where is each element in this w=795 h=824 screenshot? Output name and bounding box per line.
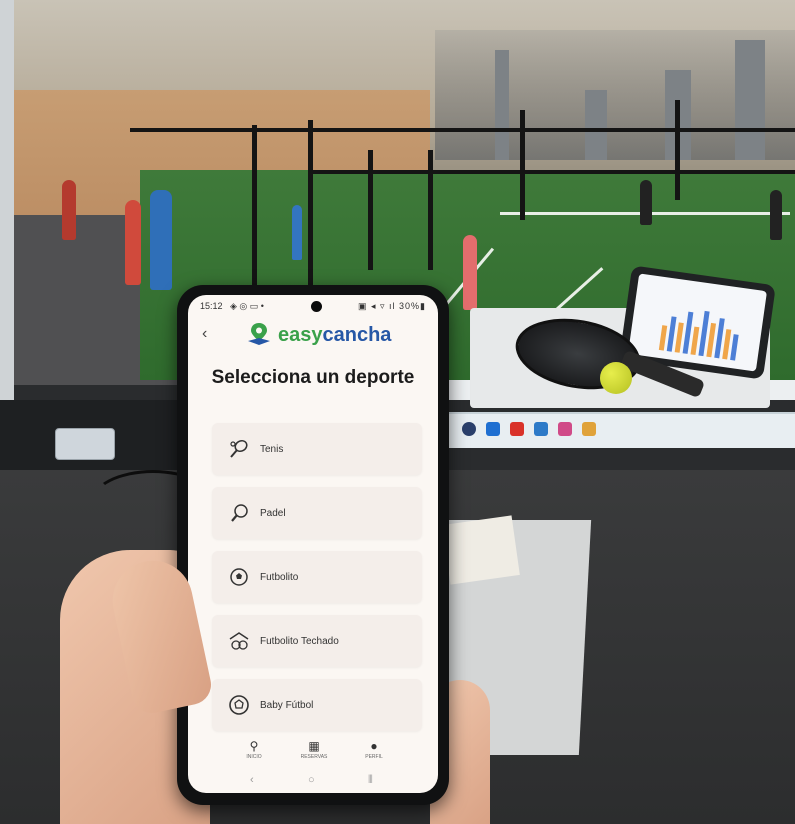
taskbar-app-icon: [558, 422, 572, 436]
sport-item-padel[interactable]: Padel: [212, 487, 422, 539]
nav-reservas[interactable]: ▦ RESERVAS: [284, 739, 344, 760]
status-time: 15:12: [200, 301, 223, 311]
front-camera: [311, 301, 322, 312]
baby-soccer-ball-icon: [228, 694, 250, 716]
sport-label: Padel: [260, 507, 286, 519]
fence-post: [252, 125, 257, 285]
taskbar-app-icon: [462, 422, 476, 436]
taskbar-app-icon: [510, 422, 524, 436]
sport-label: Tenis: [260, 443, 284, 455]
person-icon: ●: [370, 739, 378, 753]
app-header: ‹ easycancha: [188, 317, 438, 357]
fence-post: [428, 150, 433, 270]
easycancha-logo: easycancha: [278, 324, 391, 347]
logo-easy: easy: [278, 324, 323, 346]
taskbar-app-icon: [534, 422, 548, 436]
sport-label: Futbolito: [260, 571, 299, 583]
fence-post: [368, 150, 373, 270]
monitor-sticker: [55, 428, 115, 460]
nav-perfil[interactable]: ● PERFIL: [344, 739, 404, 760]
smartphone: 15:12 ◈ ◎ ▭ • ▣ ◂ ▿ ıl 30%▮ ‹ easycancha…: [177, 285, 449, 805]
indoor-soccer-icon: [228, 630, 250, 652]
home-nav-icon[interactable]: ○: [308, 774, 315, 786]
back-nav-icon[interactable]: ‹: [250, 774, 254, 786]
tablet-screen: [627, 273, 768, 372]
logo-cancha: cancha: [322, 324, 392, 346]
bottom-nav: ⚲ INICIO ▦ RESERVAS ● PERFIL: [188, 735, 438, 771]
fence-post: [675, 100, 680, 200]
player: [463, 235, 477, 310]
city-skyline: [435, 30, 795, 160]
page-title: Selecciona un deporte: [211, 367, 415, 388]
sport-label: Futbolito Techado: [260, 635, 339, 647]
player: [292, 205, 302, 260]
player: [770, 190, 782, 240]
sport-item-baby-futbol[interactable]: Baby Fútbol: [212, 679, 422, 731]
skyscraper: [735, 40, 765, 160]
fence-post: [308, 120, 313, 290]
nav-label: INICIO: [246, 754, 262, 760]
recents-nav-icon[interactable]: ⦀: [368, 774, 373, 787]
fence-rail: [310, 170, 795, 174]
desktop-taskbar: [440, 412, 795, 448]
android-nav-bar: ‹ ○ ⦀: [188, 771, 438, 793]
nav-label: PERFIL: [365, 754, 383, 760]
player: [62, 180, 76, 240]
calendar-icon: ▦: [308, 739, 320, 753]
padel-racket-icon: [228, 502, 250, 524]
skyscraper: [495, 50, 509, 160]
player: [125, 200, 141, 285]
fence-post: [520, 110, 525, 220]
location-pin-icon: ⚲: [249, 739, 259, 753]
taskbar-app-icon: [486, 422, 500, 436]
phone-screen: 15:12 ◈ ◎ ▭ • ▣ ◂ ▿ ıl 30%▮ ‹ easycancha…: [188, 295, 438, 793]
tennis-racket-icon: [228, 438, 250, 460]
tablet-chart-bar: [658, 325, 668, 351]
status-notification-icons: ◈ ◎ ▭ •: [230, 301, 264, 311]
taskbar-app-icon: [582, 422, 596, 436]
player: [640, 180, 652, 225]
status-system-icons: ▣ ◂ ▿ ıl 30%▮: [357, 301, 426, 311]
back-arrow-icon[interactable]: ‹: [202, 325, 207, 343]
sport-list: Tenis Padel Futbolito Futbolito Techado: [212, 423, 422, 743]
easycancha-logo-icon: [248, 323, 270, 345]
skyscraper: [585, 90, 607, 160]
sport-item-futbolito[interactable]: Futbolito: [212, 551, 422, 603]
soccer-ball-icon: [228, 566, 250, 588]
sport-item-tenis[interactable]: Tenis: [212, 423, 422, 475]
tennis-ball: [600, 362, 632, 394]
sport-label: Baby Fútbol: [260, 699, 314, 711]
fence-rail: [130, 128, 795, 132]
player: [150, 190, 172, 290]
paper-note: [442, 515, 520, 585]
nav-inicio[interactable]: ⚲ INICIO: [224, 739, 284, 760]
tablet-chart-bar: [730, 334, 739, 361]
sport-item-futbolito-techado[interactable]: Futbolito Techado: [212, 615, 422, 667]
nav-label: RESERVAS: [300, 754, 328, 760]
